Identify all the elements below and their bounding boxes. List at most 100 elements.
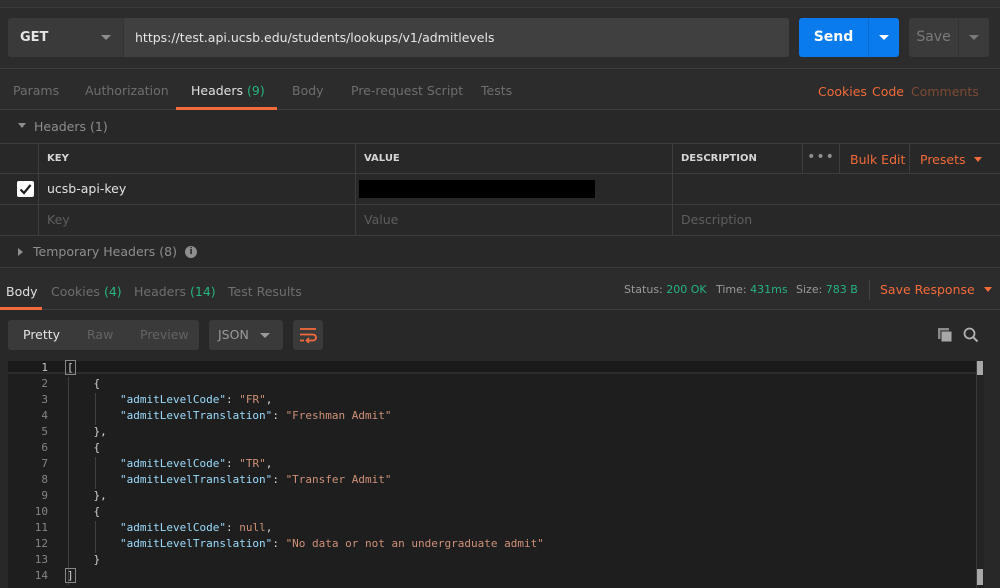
new-description-input[interactable]: Description <box>672 205 1000 235</box>
headers-toggle[interactable]: Headers (1) <box>18 119 108 134</box>
time-readout: Time: 431ms <box>716 269 788 310</box>
raw-button[interactable]: Raw <box>87 320 113 350</box>
json-punctuation: : <box>225 457 240 470</box>
tab-test-results[interactable]: Test Results <box>228 269 302 310</box>
pretty-button[interactable]: Pretty <box>23 320 60 350</box>
tab-response-cookies[interactable]: Cookies (4) <box>51 269 122 310</box>
send-options-button[interactable] <box>868 18 899 57</box>
code-link[interactable]: Code <box>872 70 904 110</box>
info-icon[interactable]: i <box>184 245 197 258</box>
wrap-lines-button[interactable] <box>293 320 323 350</box>
chevron-down-icon <box>101 35 111 40</box>
tab-tests[interactable]: Tests <box>481 70 512 110</box>
response-tabs: Body Cookies (4) Headers (14) Test Resul… <box>0 269 1000 310</box>
cookies-link[interactable]: Cookies <box>818 70 867 110</box>
new-value-input[interactable]: Value <box>355 205 672 235</box>
scrollbar-thumb-top[interactable] <box>977 361 983 375</box>
header-description-field[interactable] <box>672 174 1000 204</box>
send-button[interactable]: Send <box>799 18 868 57</box>
current-line-highlight <box>8 361 976 374</box>
save-options-button[interactable] <box>958 18 989 57</box>
line-number: 13 <box>34 553 48 566</box>
code-line: }, <box>67 488 107 504</box>
save-response-label: Save Response <box>880 282 975 297</box>
bulk-edit-link[interactable]: Bulk Edit <box>839 144 909 174</box>
json-punctuation: , <box>265 457 273 470</box>
line-number-gutter: 1 2 3 4 5 6 7 8 9 10 11 12 13 14 <box>8 361 52 588</box>
method-select[interactable]: GET <box>8 18 124 57</box>
line-number: 2 <box>41 377 48 390</box>
save-button[interactable]: Save <box>909 18 958 57</box>
view-mode-group: Pretty Raw Preview <box>8 320 199 350</box>
line-number: 11 <box>34 521 48 534</box>
format-value: JSON <box>218 327 249 342</box>
chevron-down-icon <box>973 157 982 162</box>
tab-body[interactable]: Body <box>292 70 324 110</box>
scrollbar-track[interactable] <box>976 361 984 588</box>
json-key: "admitLevelTranslation" <box>119 537 273 550</box>
line-number: 4 <box>41 409 48 422</box>
tab-cookies-count: (4) <box>103 284 122 299</box>
url-input[interactable] <box>124 18 789 57</box>
temporary-headers-label: Temporary Headers (8) <box>33 244 177 259</box>
size-readout: Size: 783 B <box>796 269 858 310</box>
line-number: 6 <box>41 441 48 454</box>
chevron-down-icon <box>983 287 992 292</box>
json-punctuation: : <box>272 409 286 422</box>
response-body-editor[interactable]: 1 2 3 4 5 6 7 8 9 10 11 12 13 14 [ { "admitLevelCode"… <box>8 360 984 588</box>
tab-headers[interactable]: Headers (9) <box>191 70 265 110</box>
json-key: "admitLevelCode" <box>119 521 226 534</box>
tab-response-body[interactable]: Body <box>6 269 38 310</box>
comments-link[interactable]: Comments (0) <box>911 70 1000 143</box>
copy-icon[interactable] <box>937 327 953 346</box>
code-line: "admitLevelCode": null, <box>67 520 272 536</box>
tab-authorization[interactable]: Authorization <box>85 70 169 110</box>
scrollbar-thumb-bottom[interactable] <box>977 569 983 585</box>
code-line: { <box>67 440 100 456</box>
json-punctuation: : <box>272 537 286 550</box>
line-number: 7 <box>41 457 48 470</box>
json-null: null <box>239 521 266 534</box>
json-punctuation: }, <box>67 489 107 502</box>
chevron-down-icon <box>969 35 979 40</box>
headers-table: KEY VALUE DESCRIPTION ••• Bulk Edit Pres… <box>0 143 1000 236</box>
more-options-button[interactable]: ••• <box>802 144 839 174</box>
tab-headers-label: Headers <box>134 284 187 299</box>
save-response-dropdown[interactable]: Save Response <box>880 269 992 310</box>
json-punctuation <box>67 521 120 534</box>
presets-dropdown[interactable]: Presets <box>909 144 1000 174</box>
json-key: "admitLevelTranslation" <box>119 409 273 422</box>
line-number: 3 <box>41 393 48 406</box>
format-select[interactable]: JSON <box>209 320 283 350</box>
json-key: "admitLevelCode" <box>119 393 226 406</box>
code-line: { <box>67 504 100 520</box>
preview-button[interactable]: Preview <box>140 320 189 350</box>
json-punctuation <box>67 393 120 406</box>
line-number: 1 <box>41 361 48 374</box>
header-enabled-checkbox[interactable] <box>17 181 34 197</box>
json-string: "FR" <box>239 393 266 406</box>
row-check-cell <box>0 205 38 235</box>
header-value-field[interactable] <box>355 174 672 204</box>
line-number: 12 <box>34 537 48 550</box>
new-key-input[interactable]: Key <box>38 205 355 235</box>
json-punctuation: { <box>67 377 101 390</box>
temporary-headers-toggle[interactable]: Temporary Headers (8) i <box>18 244 197 259</box>
active-tab-indicator <box>0 307 42 310</box>
tab-prerequest-script[interactable]: Pre-request Script <box>351 70 463 110</box>
search-icon[interactable] <box>963 327 979 346</box>
table-row: ucsb-api-key <box>0 174 1000 205</box>
chevron-down-icon <box>879 35 889 40</box>
code-line: "admitLevelCode": "FR", <box>67 392 272 408</box>
header-key-field[interactable]: ucsb-api-key <box>38 174 355 204</box>
tab-cookies-label: Cookies <box>51 284 100 299</box>
tab-headers-label: Headers <box>191 83 244 98</box>
code-line: } <box>67 552 100 568</box>
json-string: "Transfer Admit" <box>285 473 392 486</box>
wrap-icon <box>300 328 317 343</box>
json-punctuation: , <box>265 521 273 534</box>
response-toolbar: Pretty Raw Preview JSON <box>0 311 1000 361</box>
tab-response-headers[interactable]: Headers (14) <box>134 269 216 310</box>
size-label: Size: <box>796 283 823 296</box>
tab-params[interactable]: Params <box>13 70 59 110</box>
